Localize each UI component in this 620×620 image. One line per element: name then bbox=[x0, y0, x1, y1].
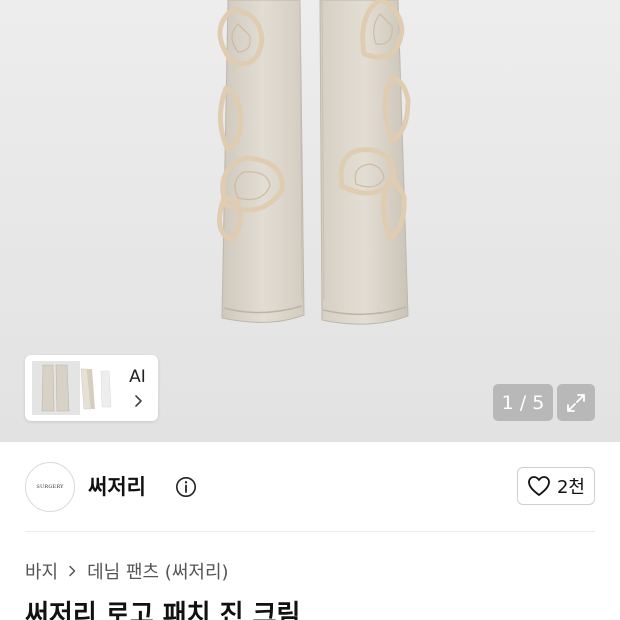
ai-label: AI bbox=[129, 367, 146, 387]
info-icon[interactable] bbox=[175, 476, 197, 498]
breadcrumb-item-subcategory[interactable]: 데님 팬츠 (써저리) bbox=[87, 558, 228, 584]
chevron-right-icon bbox=[134, 395, 142, 407]
thumbnail-image bbox=[32, 361, 112, 415]
thumbnail-side: AI bbox=[121, 359, 154, 417]
product-image-gallery[interactable]: AI 1 / 5 bbox=[0, 0, 620, 442]
breadcrumb: 바지 데님 팬츠 (써저리) bbox=[25, 558, 229, 584]
chevron-right-icon bbox=[69, 565, 76, 577]
breadcrumb-item-category[interactable]: 바지 bbox=[25, 558, 58, 584]
expand-button[interactable] bbox=[557, 384, 595, 421]
brand-logo-text: SURGERY bbox=[36, 484, 64, 490]
product-title: 써저리 로고 패치 진 크림 bbox=[25, 600, 301, 620]
like-count: 2천 bbox=[556, 477, 585, 498]
ai-similar-thumbnail-card[interactable]: AI bbox=[25, 355, 158, 421]
brand-row: SURGERY 써저리 2천 bbox=[25, 460, 595, 512]
divider bbox=[25, 531, 595, 532]
brand-name[interactable]: 써저리 bbox=[88, 473, 146, 501]
expand-icon bbox=[567, 393, 585, 412]
like-button[interactable]: 2천 bbox=[517, 467, 595, 505]
brand-logo[interactable]: SURGERY bbox=[25, 462, 75, 512]
image-counter: 1 / 5 bbox=[493, 384, 553, 421]
heart-icon bbox=[528, 476, 550, 496]
